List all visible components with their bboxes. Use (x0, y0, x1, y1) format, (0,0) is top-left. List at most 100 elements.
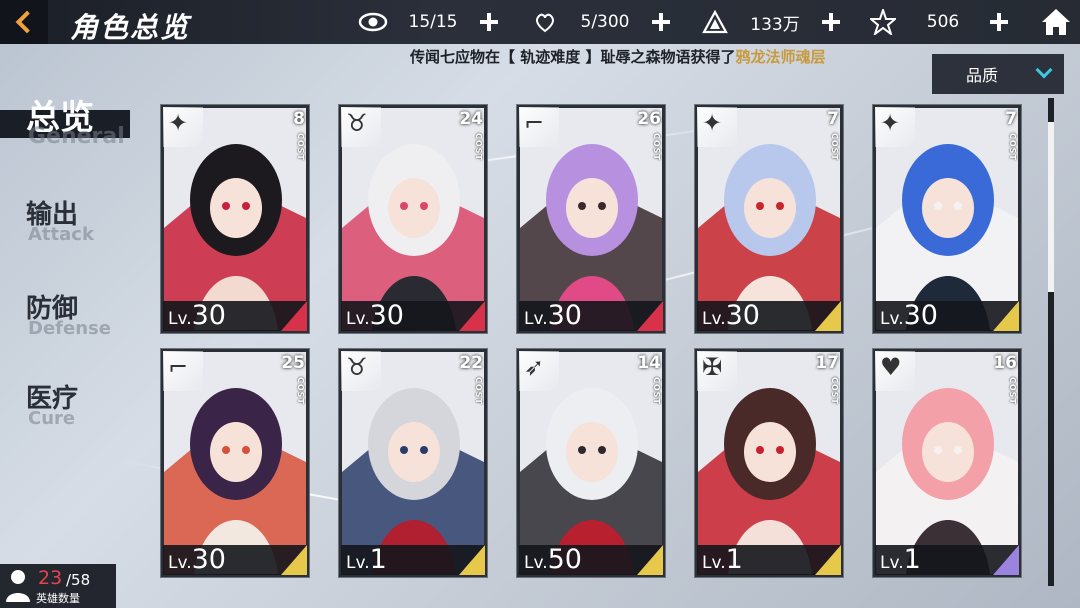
character-card[interactable]: ✦ 7 COST Lv. 30 (872, 104, 1022, 334)
level-prefix: Lv. (702, 553, 726, 573)
rarity-tag (815, 301, 841, 331)
character-card[interactable]: ⌐ 25 COST Lv. 30 (160, 348, 310, 578)
ticker-text: 传闻七应物在【 轨迹难度 】耻辱之森物语获得了 (410, 48, 736, 66)
character-card[interactable]: ✦ 7 COST Lv. 30 (694, 104, 844, 334)
class-badge: ⌐ (519, 107, 559, 147)
stamina-value: 15/15 (408, 12, 458, 32)
cost-value: 26 (637, 109, 661, 129)
class-badge: ♉ (341, 351, 381, 391)
cost-label: COST (474, 377, 483, 405)
level-prefix: Lv. (168, 309, 192, 329)
cost-value: 22 (459, 353, 483, 373)
character-card[interactable]: ♉ 22 COST Lv. 1 (338, 348, 488, 578)
shuriken-icon: ✦ (880, 109, 901, 137)
rarity-tag (993, 301, 1019, 331)
cost-label: COST (296, 377, 305, 405)
level-value: 30 (725, 300, 760, 331)
quality-filter-dropdown[interactable]: 品质 (932, 54, 1064, 94)
cost-value: 7 (827, 109, 839, 129)
level-prefix: Lv. (524, 553, 548, 573)
stamina-resource: 15/15 (358, 8, 500, 36)
page-title: 角色总览 (70, 11, 191, 44)
level-value: 30 (369, 300, 404, 331)
cost-value: 7 (1005, 109, 1017, 129)
class-badge: ♉ (341, 107, 381, 147)
pistol-icon: ⌐ (168, 353, 189, 381)
sidebar-item-sublabel: Attack (28, 224, 94, 245)
home-icon (1042, 9, 1070, 35)
character-card[interactable]: ♉ 24 COST Lv. 30 (338, 104, 488, 334)
character-card[interactable]: ➶ 14 COST Lv. 50 (516, 348, 666, 578)
sidebar-item-sublabel: General (28, 124, 125, 149)
add-gold-button[interactable] (820, 11, 842, 33)
level-value: 30 (547, 300, 582, 331)
ticker-highlight: 鸦龙法师魂层 (735, 48, 826, 66)
character-card[interactable]: ♥ 16 COST Lv. 1 (872, 348, 1022, 578)
rarity-tag (815, 545, 841, 575)
sidebar-item-defense[interactable]: 防御 Defense (0, 286, 140, 346)
class-badge: ✦ (697, 107, 737, 147)
class-badge: ➶ (519, 351, 559, 391)
class-badge: ♥ (875, 351, 915, 391)
level-value: 1 (369, 544, 387, 575)
character-card[interactable]: ⌐ 26 COST Lv. 30 (516, 104, 666, 334)
rarity-tag (459, 545, 485, 575)
level-prefix: Lv. (168, 553, 192, 573)
cost-value: 25 (281, 353, 305, 373)
back-chevron-icon (15, 10, 39, 34)
triangle-crystal-icon (700, 9, 730, 35)
cross-emblem-icon: ✠ (702, 353, 723, 381)
hero-count-total: /58 (66, 571, 91, 589)
pistol-icon: ⌐ (524, 109, 545, 137)
bow-icon: ➶ (524, 353, 545, 381)
shuriken-icon: ✦ (168, 109, 189, 137)
favor-value: 5/300 (580, 12, 630, 32)
chevron-down-icon (1035, 61, 1053, 79)
star-icon (868, 9, 898, 35)
cost-label: COST (830, 133, 839, 161)
level-value: 30 (191, 300, 226, 331)
rarity-tag (459, 301, 485, 331)
back-button[interactable] (0, 0, 48, 44)
sidebar-item-sublabel: Cure (28, 408, 76, 429)
scrollbar-thumb[interactable] (1048, 122, 1054, 292)
cost-label: COST (652, 133, 661, 161)
cost-value: 24 (459, 109, 483, 129)
rarity-tag (993, 545, 1019, 575)
add-favor-button[interactable] (650, 11, 672, 33)
eye-icon (358, 9, 388, 35)
rarity-tag (637, 545, 663, 575)
class-badge: ✠ (697, 351, 737, 391)
gem-value: 506 (926, 12, 960, 32)
home-button[interactable] (1040, 6, 1072, 38)
level-prefix: Lv. (880, 553, 904, 573)
character-card[interactable]: ✠ 17 COST Lv. 1 (694, 348, 844, 578)
hero-count-panel: 23 /58 英雄数量 (0, 564, 116, 608)
quality-filter-label: 品质 (966, 66, 999, 85)
class-badge: ✦ (875, 107, 915, 147)
level-value: 30 (191, 544, 226, 575)
level-value: 1 (725, 544, 743, 575)
sidebar-item-general[interactable]: 总览 General (0, 86, 140, 156)
cost-value: 14 (637, 353, 661, 373)
rarity-tag (637, 301, 663, 331)
sidebar-item-attack[interactable]: 输出 Attack (0, 192, 140, 252)
cost-label: COST (1008, 133, 1017, 161)
level-prefix: Lv. (346, 553, 370, 573)
add-gem-button[interactable] (988, 11, 1010, 33)
gold-value: 133万 (750, 14, 800, 35)
demon-horns-icon: ♉ (346, 353, 368, 381)
person-icon (6, 570, 30, 602)
hero-count-current: 23 (38, 567, 63, 589)
sidebar-item-sublabel: Defense (28, 318, 111, 339)
scrollbar[interactable] (1048, 98, 1054, 586)
sidebar-item-cure[interactable]: 医疗 Cure (0, 376, 140, 436)
add-stamina-button[interactable] (478, 11, 500, 33)
cost-label: COST (652, 377, 661, 405)
level-value: 1 (903, 544, 921, 575)
rarity-tag (281, 301, 307, 331)
news-ticker: 传闻七应物在【 轨迹难度 】耻辱之森物语获得了鸦龙法师魂层 (410, 46, 825, 67)
character-card[interactable]: ✦ 8 COST Lv. 30 (160, 104, 310, 334)
cost-label: COST (474, 133, 483, 161)
level-prefix: Lv. (524, 309, 548, 329)
